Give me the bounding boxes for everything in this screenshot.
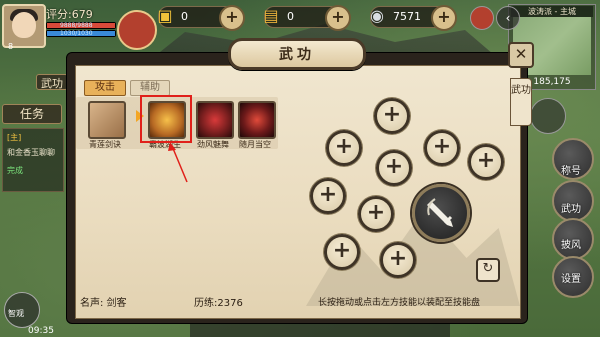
skill-slot-9[interactable]: + — [380, 242, 416, 278]
clock-time: 09:35 — [28, 326, 54, 336]
red-flower-icon[interactable] — [196, 101, 234, 139]
collapse-arrow-icon[interactable]: ‹ — [496, 6, 520, 30]
martial-side-tab[interactable]: 武功 — [36, 74, 68, 90]
settings-button-label: 设置 — [561, 274, 581, 285]
tab-attack[interactable]: 攻击 — [84, 80, 126, 96]
experience-label: 历练:2376 — [194, 298, 243, 309]
currency-value: 7571 — [393, 10, 421, 23]
skill-name: 随月当空 — [239, 140, 271, 149]
fame-label: 名声: 剑客 — [80, 298, 127, 309]
avatar-face — [12, 12, 36, 38]
quest-type: [主] — [7, 133, 22, 142]
currency-gold-bars: ▤ 0 + — [263, 5, 351, 31]
skill-slot-4[interactable]: + — [376, 150, 412, 186]
chat-strip — [190, 322, 450, 337]
quest-tab[interactable]: 任务 — [2, 104, 62, 124]
skill-slot-8[interactable]: + — [324, 234, 360, 270]
skill-slot-1[interactable]: + — [374, 98, 410, 134]
title-button-label: 称号 — [561, 166, 581, 177]
expand-button[interactable] — [530, 98, 566, 134]
mp-text: 1030/1030 — [60, 30, 93, 37]
highlight-box — [140, 95, 192, 143]
currency-gold-ingot: ▣ 0 + — [157, 5, 245, 31]
quest-status: 完成 — [7, 166, 23, 175]
add-gold-ingot-button[interactable]: + — [219, 5, 245, 31]
close-button[interactable]: ✕ — [508, 42, 534, 68]
skill-slot-7[interactable]: + — [358, 196, 394, 232]
skill-slot-5[interactable]: + — [468, 144, 504, 180]
basic-attack-slot[interactable] — [412, 184, 470, 242]
add-silver-button[interactable]: + — [431, 5, 457, 31]
quest-panel[interactable]: [主] 和金香玉聊聊 完成 — [2, 128, 64, 192]
sword-scroll-icon[interactable] — [88, 101, 126, 139]
martial-side-label[interactable]: 武功 — [510, 78, 532, 126]
map-title: 波涛派 - 主城 — [511, 6, 593, 17]
smart-button-label: 智观 — [8, 309, 24, 318]
player-avatar[interactable]: 8 — [2, 4, 46, 51]
tab-support[interactable]: 辅助 — [130, 80, 170, 96]
pet-portrait[interactable] — [117, 10, 157, 50]
currency-value: 0 — [181, 10, 188, 23]
currency-value: 0 — [287, 10, 294, 23]
dialog-title: 武功 — [279, 47, 315, 63]
red-moon-icon[interactable] — [238, 101, 276, 139]
cape-button-label: 披风 — [561, 240, 581, 251]
gold-ingot-icon: ▣ — [157, 6, 173, 25]
gold-bars-icon: ▤ — [263, 6, 279, 25]
player-level: 8 — [8, 42, 14, 51]
currency-silver: ◉ 7571 + — [370, 5, 457, 31]
red-envelope-icon[interactable] — [470, 6, 494, 30]
silver-ingot-icon: ◉ — [370, 6, 384, 25]
skill-slot-2[interactable]: + — [326, 130, 362, 166]
sword-icon — [427, 198, 453, 227]
skill-slot-3[interactable]: + — [424, 130, 460, 166]
skill-slot-6[interactable]: + — [310, 178, 346, 214]
power-score: 评分:679 — [46, 8, 93, 21]
hp-text: 9888/9888 — [60, 22, 93, 29]
skill-name: 青莲剑诀 — [89, 140, 121, 149]
martial-button-label: 武功 — [561, 204, 581, 215]
quest-desc: 和金香玉聊聊 — [7, 148, 55, 157]
dialog-title-plate: 武功 — [228, 38, 366, 70]
drag-hint: 长按拖动或点击左方技能以装配至技能盘 — [318, 298, 481, 308]
reset-slots-button[interactable]: ↻ — [476, 258, 500, 282]
add-gold-bars-button[interactable]: + — [325, 5, 351, 31]
